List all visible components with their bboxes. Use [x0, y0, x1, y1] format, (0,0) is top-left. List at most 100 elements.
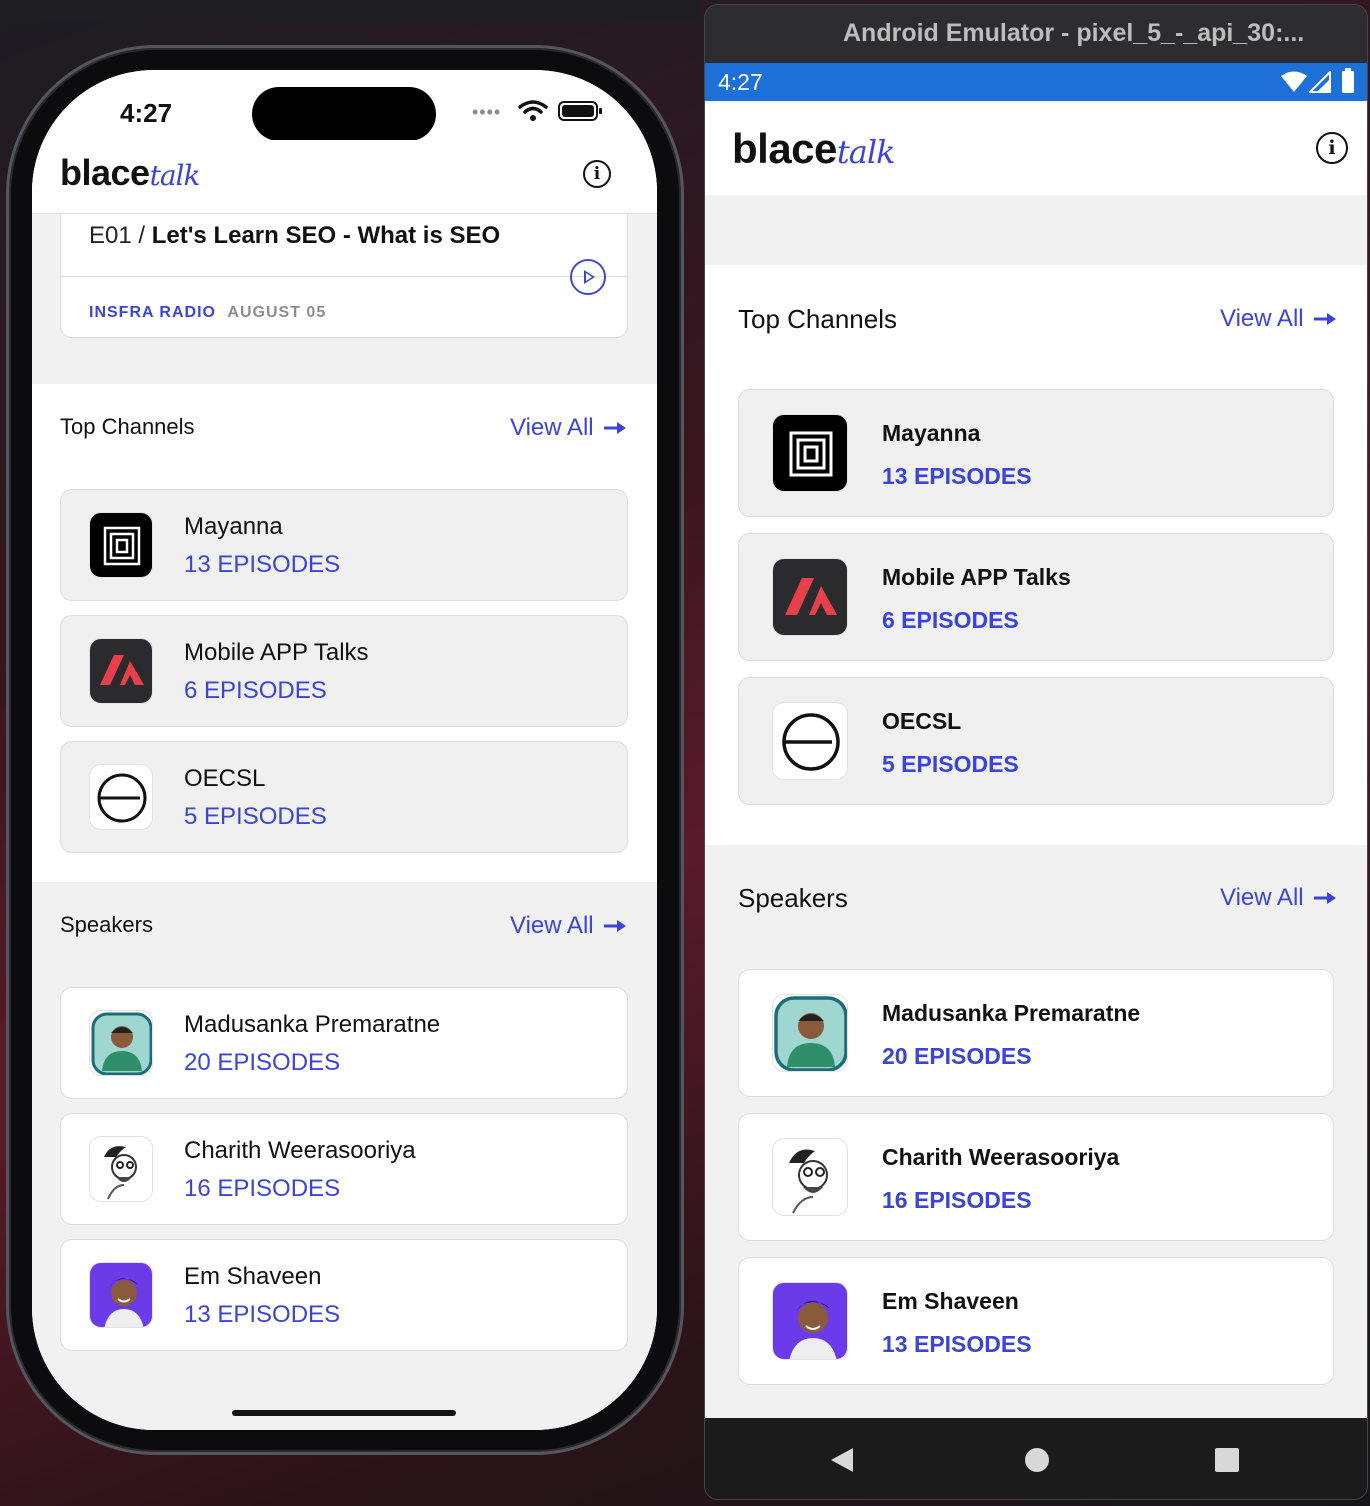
logo-accent-text: talk — [149, 159, 201, 192]
speaker-card[interactable]: Em Shaveen 13 EPISODES — [738, 1257, 1334, 1385]
channel-episodes: 5 EPISODES — [882, 751, 1019, 777]
android-screen: 4:27 blacetalk i Top Channels View All M… — [705, 63, 1367, 1418]
speaker-avatar — [89, 1010, 153, 1076]
top-channels-section: Top Channels View All Mayanna 13 EPISODE… — [32, 384, 657, 882]
app-header: blacetalk i — [705, 101, 1367, 195]
channel-card-mayanna[interactable]: Mayanna 13 EPISODES — [738, 389, 1334, 517]
channel-card-mobile-app-talks[interactable]: Mobile APP Talks 6 EPISODES — [60, 615, 628, 727]
signal-dots-icon: •••• — [472, 102, 502, 122]
speaker-avatar — [772, 994, 848, 1072]
speaker-avatar — [772, 1282, 848, 1360]
channel-episodes: 13 EPISODES — [882, 463, 1032, 489]
mayanna-logo-icon — [89, 512, 153, 578]
channel-card-mayanna[interactable]: Mayanna 13 EPISODES — [60, 489, 628, 601]
speakers-section: Speakers View All Madusanka Premaratne 2… — [705, 845, 1367, 1418]
channel-card-mobile-app-talks[interactable]: Mobile APP Talks 6 EPISODES — [738, 533, 1334, 661]
speakers-title: Speakers — [738, 883, 848, 913]
channel-card-oecsl[interactable]: OECSL 5 EPISODES — [738, 677, 1334, 805]
speaker-card[interactable]: Em Shaveen 13 EPISODES — [60, 1239, 628, 1351]
mayanna-logo-icon — [772, 414, 848, 492]
channel-card-oecsl[interactable]: OECSL 5 EPISODES — [60, 741, 628, 853]
episode-source[interactable]: INSFRA RADIO — [89, 304, 216, 321]
channel-name: Mayanna — [184, 513, 283, 540]
wifi-icon — [1281, 71, 1307, 92]
logo-main-text: blace — [732, 125, 837, 172]
battery-icon — [1342, 68, 1354, 93]
channel-name: Mobile APP Talks — [882, 564, 1071, 590]
status-time: 4:27 — [120, 98, 173, 128]
speaker-card[interactable]: Charith Weerasooriya 16 EPISODES — [738, 1113, 1334, 1241]
view-all-label: View All — [1220, 305, 1304, 332]
speaker-episodes: 20 EPISODES — [882, 1043, 1032, 1069]
top-channels-view-all-link[interactable]: View All — [510, 414, 626, 442]
channel-episodes: 6 EPISODES — [882, 607, 1019, 633]
speakers-section: Speakers View All Madusanka Premaratne 2… — [32, 882, 657, 1430]
speaker-avatar — [772, 1138, 848, 1216]
info-icon[interactable]: i — [1316, 132, 1348, 164]
view-all-label: View All — [1220, 884, 1304, 911]
arrow-right-icon — [603, 421, 626, 435]
speaker-episodes: 20 EPISODES — [184, 1049, 341, 1076]
channel-name: OECSL — [184, 765, 266, 792]
wifi-icon — [518, 100, 548, 121]
cell-signal-icon — [1309, 71, 1331, 93]
episode-card[interactable]: E01 / Let's Learn SEO - What is SEO INSF… — [60, 214, 628, 338]
speakers-view-all-link[interactable]: View All — [1220, 884, 1336, 912]
speaker-episodes: 13 EPISODES — [882, 1331, 1032, 1357]
speaker-episodes: 16 EPISODES — [882, 1187, 1032, 1213]
speaker-name: Em Shaveen — [184, 1263, 322, 1290]
app-header: blacetalk i — [32, 140, 657, 214]
back-icon[interactable] — [829, 1446, 855, 1474]
episode-code: E01 / — [89, 222, 152, 249]
info-icon[interactable]: i — [583, 160, 611, 188]
mobile-app-talks-logo-icon — [772, 558, 848, 636]
channel-name: Mayanna — [882, 420, 981, 446]
episode-section: E01 / Let's Learn SEO - What is SEO INSF… — [32, 214, 657, 384]
top-channels-title: Top Channels — [738, 304, 897, 334]
channel-episodes: 5 EPISODES — [184, 803, 327, 830]
view-all-label: View All — [510, 912, 594, 939]
home-indicator[interactable] — [232, 1410, 456, 1416]
episode-name: Let's Learn SEO - What is SEO — [151, 222, 501, 249]
speaker-name: Charith Weerasooriya — [184, 1137, 416, 1164]
home-icon[interactable] — [1023, 1446, 1051, 1474]
channel-name: Mobile APP Talks — [184, 639, 369, 666]
battery-icon — [558, 101, 602, 121]
speaker-name: Madusanka Premaratne — [882, 1000, 1141, 1026]
speaker-card[interactable]: Madusanka Premaratne 20 EPISODES — [60, 987, 628, 1099]
arrow-right-icon — [1313, 891, 1336, 905]
speaker-avatar — [89, 1262, 153, 1328]
speaker-name: Madusanka Premaratne — [184, 1011, 441, 1038]
episode-meta: INSFRA RADIO AUGUST 05 — [89, 304, 326, 322]
speaker-episodes: 16 EPISODES — [184, 1175, 341, 1202]
top-channels-section: Top Channels View All Mayanna 13 EPISODE… — [705, 265, 1367, 845]
speaker-name: Charith Weerasooriya — [882, 1144, 1120, 1170]
android-nav-bar — [705, 1418, 1367, 1499]
play-icon[interactable] — [570, 259, 606, 295]
episode-date: AUGUST 05 — [227, 304, 327, 321]
background-window-edge — [0, 0, 700, 22]
oecsl-logo-icon — [89, 764, 153, 830]
speaker-card[interactable]: Charith Weerasooriya 16 EPISODES — [60, 1113, 628, 1225]
channel-name: OECSL — [882, 708, 962, 734]
speaker-name: Em Shaveen — [882, 1288, 1019, 1314]
status-time: 4:27 — [718, 69, 763, 95]
channel-episodes: 6 EPISODES — [184, 677, 327, 704]
recents-icon[interactable] — [1213, 1446, 1241, 1474]
view-all-label: View All — [510, 414, 594, 441]
arrow-right-icon — [603, 919, 626, 933]
android-status-bar: 4:27 — [705, 63, 1367, 101]
emulator-title-bar[interactable]: Android Emulator - pixel_5_-_api_30:... — [705, 5, 1367, 63]
speaker-card[interactable]: Madusanka Premaratne 20 EPISODES — [738, 969, 1334, 1097]
top-channels-title: Top Channels — [60, 414, 195, 439]
logo-accent-text: talk — [836, 133, 896, 171]
arrow-right-icon — [1313, 312, 1336, 326]
android-emulator-window: Android Emulator - pixel_5_-_api_30:... … — [704, 4, 1368, 1500]
blacetalk-logo[interactable]: blacetalk — [732, 125, 896, 173]
dynamic-island — [252, 87, 436, 141]
speakers-title: Speakers — [60, 912, 153, 937]
top-channels-view-all-link[interactable]: View All — [1220, 305, 1336, 333]
speakers-view-all-link[interactable]: View All — [510, 912, 626, 940]
blacetalk-logo[interactable]: blacetalk — [60, 152, 201, 194]
channel-episodes: 13 EPISODES — [184, 551, 341, 578]
